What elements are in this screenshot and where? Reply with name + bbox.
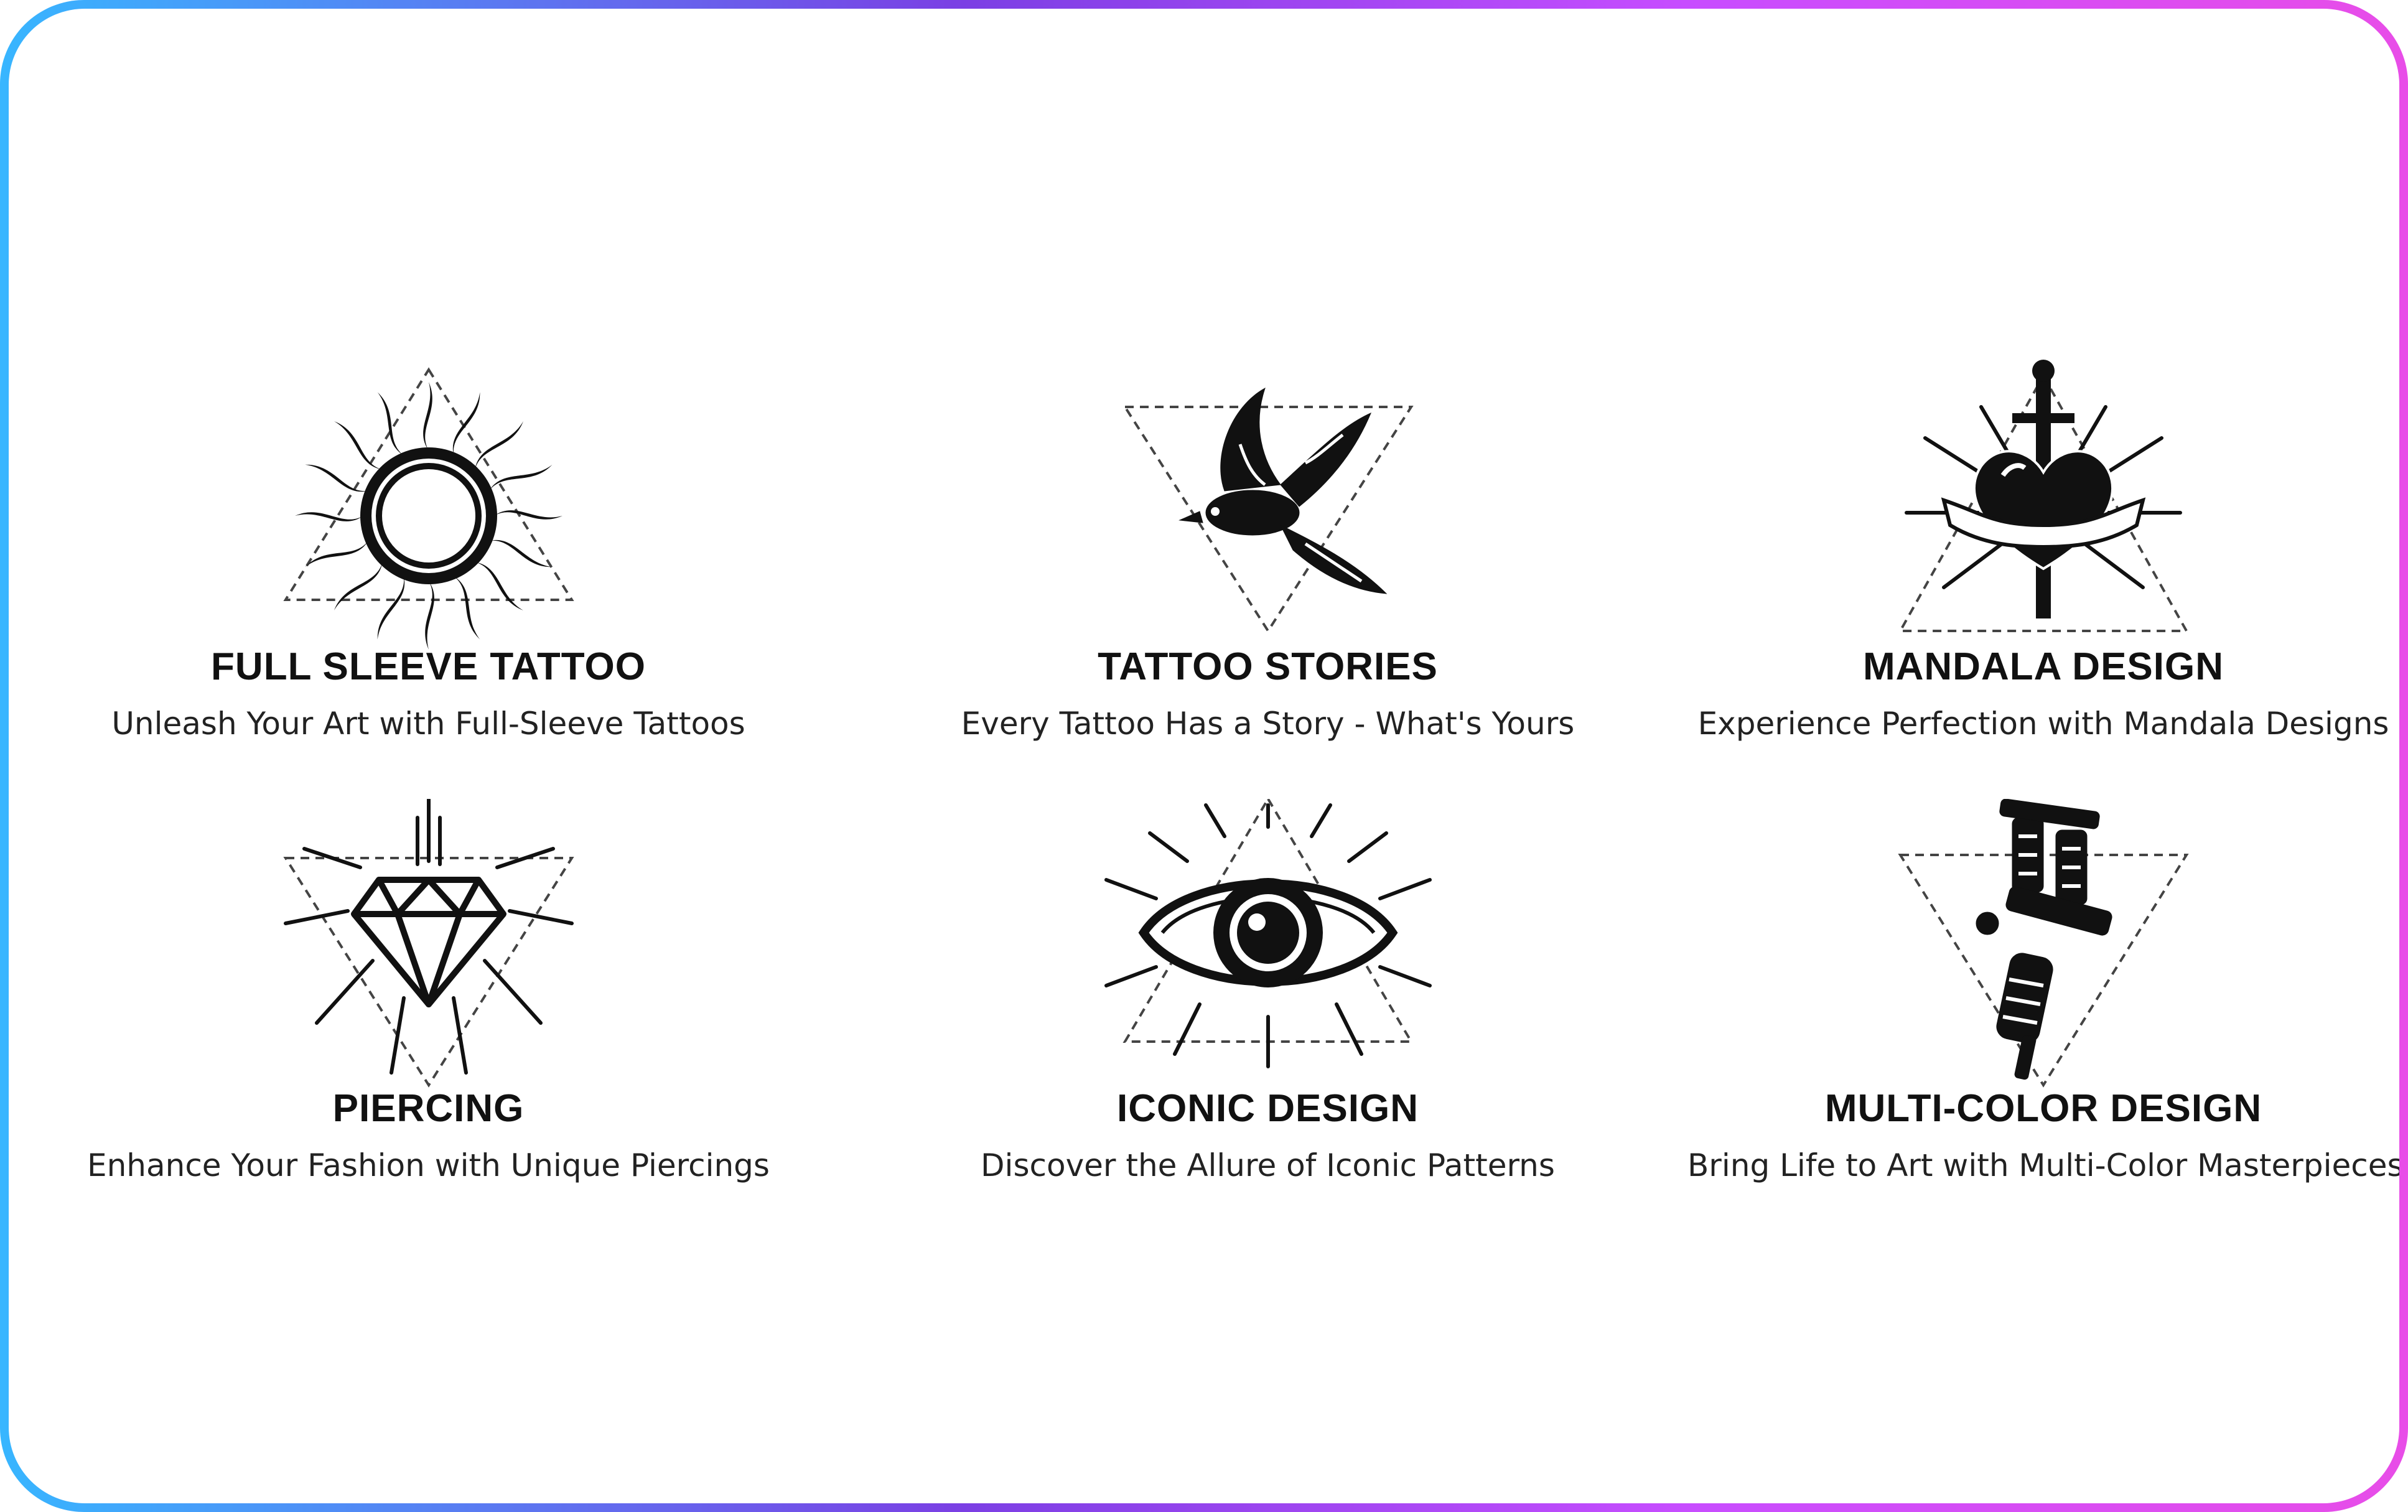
service-title: MANDALA DESIGN (1862, 645, 2224, 688)
services-grid: FULL SLEEVE TATTOO Unleash Your Art with… (9, 357, 2399, 1241)
service-card-multi-color-design[interactable]: MULTI-COLOR DESIGN Bring Life to Art wit… (1687, 799, 2399, 1241)
tattoo-machine-icon (1869, 799, 2218, 1091)
service-subtitle: Experience Perfection with Mandala Desig… (1697, 706, 2389, 742)
service-card-piercing[interactable]: PIERCING Enhance Your Fashion with Uniqu… (9, 799, 848, 1241)
service-card-iconic-design[interactable]: ICONIC DESIGN Discover the Allure of Ico… (848, 799, 1687, 1241)
service-title: FULL SLEEVE TATTOO (211, 645, 646, 688)
dagger-heart-tattoo-icon (1869, 357, 2218, 650)
service-subtitle: Bring Life to Art with Multi-Color Maste… (1687, 1147, 2399, 1183)
service-subtitle: Discover the Allure of Iconic Patterns (981, 1147, 1555, 1183)
sun-tattoo-icon (254, 357, 603, 650)
service-card-tattoo-stories[interactable]: TATTOO STORIES Every Tattoo Has a Story … (848, 357, 1687, 799)
service-subtitle: Unleash Your Art with Full-Sleeve Tattoo… (111, 706, 745, 742)
page-frame: FULL SLEEVE TATTOO Unleash Your Art with… (0, 0, 2408, 1512)
service-subtitle: Every Tattoo Has a Story - What's Yours (961, 706, 1575, 742)
eye-tattoo-icon (1094, 799, 1442, 1091)
service-title: TATTOO STORIES (1098, 645, 1438, 688)
swallow-tattoo-icon (1094, 357, 1442, 650)
service-title: PIERCING (332, 1087, 525, 1130)
diamond-tattoo-icon (254, 799, 603, 1091)
service-title: ICONIC DESIGN (1117, 1087, 1419, 1130)
service-subtitle: Enhance Your Fashion with Unique Piercin… (87, 1147, 770, 1183)
service-card-mandala-design[interactable]: MANDALA DESIGN Experience Perfection wit… (1687, 357, 2399, 799)
service-title: MULTI-COLOR DESIGN (1824, 1087, 2262, 1130)
service-card-full-sleeve-tattoo[interactable]: FULL SLEEVE TATTOO Unleash Your Art with… (9, 357, 848, 799)
page-content: FULL SLEEVE TATTOO Unleash Your Art with… (9, 9, 2399, 1503)
